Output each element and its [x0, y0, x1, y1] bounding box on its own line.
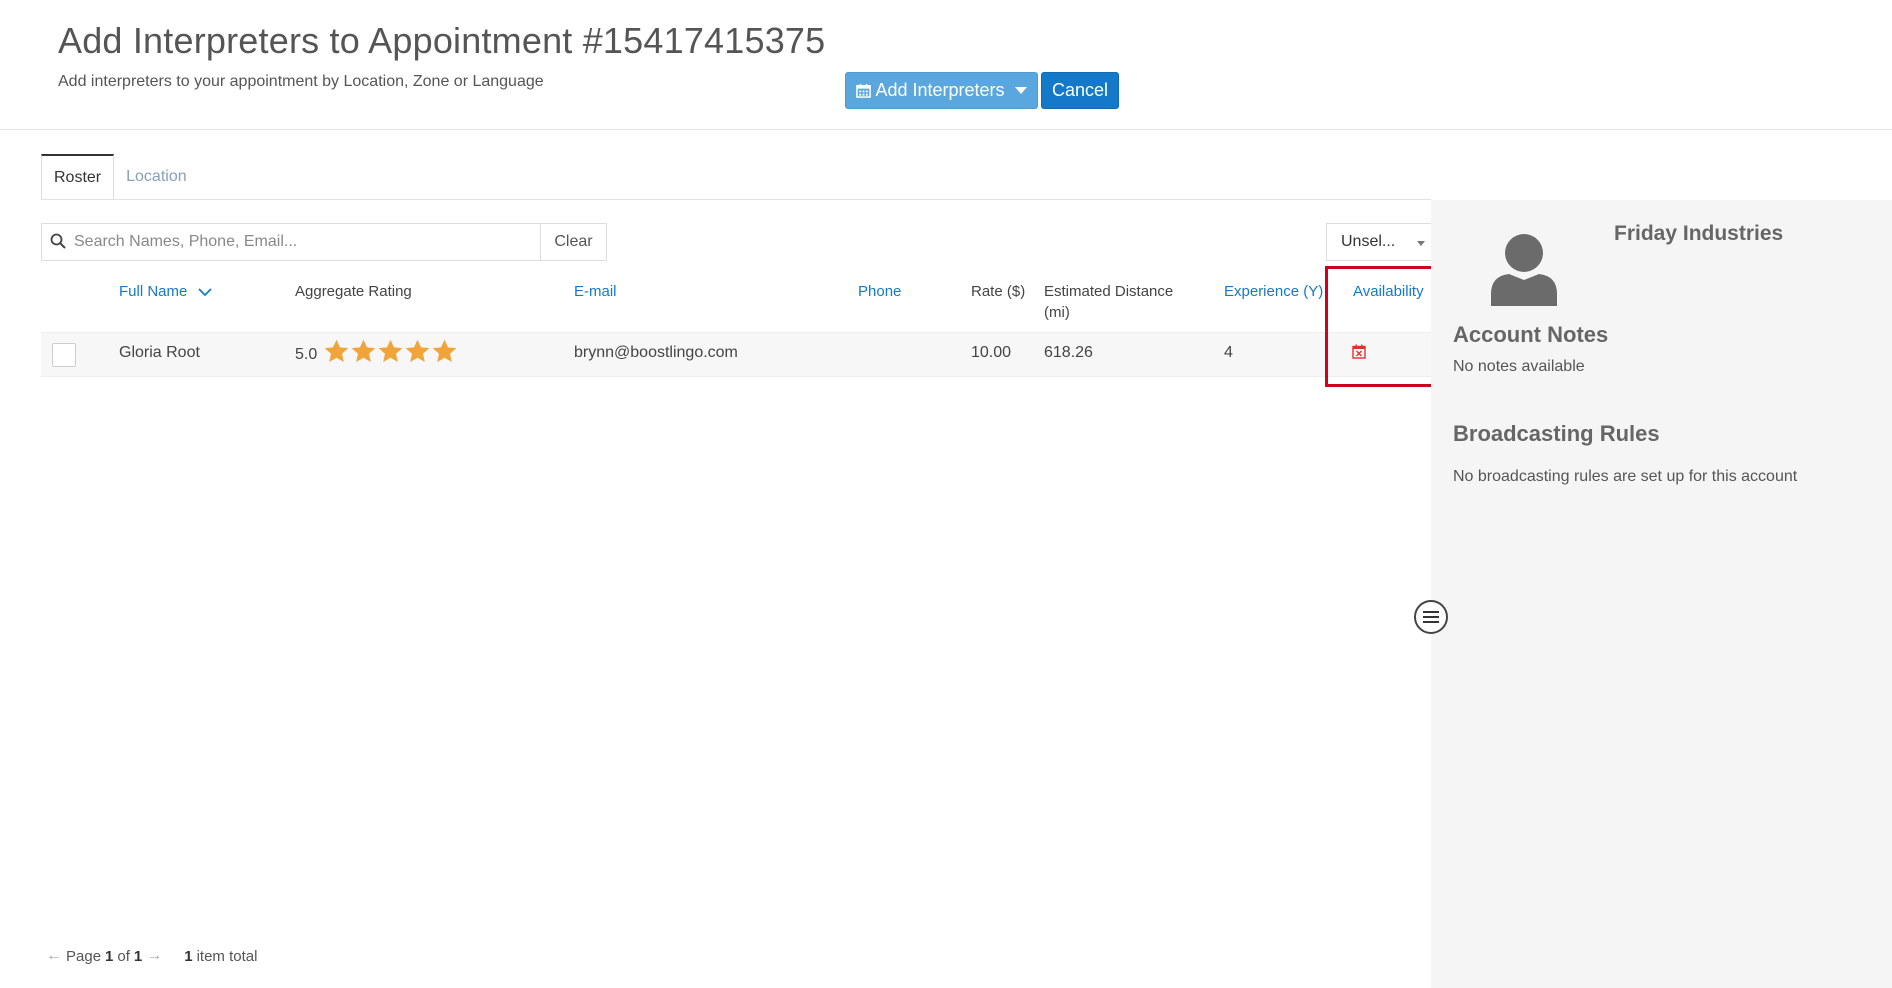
row-select-checkbox[interactable]	[52, 343, 76, 367]
cell-email: brynn@boostlingo.com	[574, 344, 738, 361]
add-interpreters-label: Add Interpreters	[875, 80, 1005, 100]
pager-total-count: 1	[184, 947, 193, 965]
account-notes-title: Account Notes	[1453, 322, 1609, 347]
column-header-experience[interactable]: Experience (Y)	[1224, 281, 1323, 302]
column-header-phone[interactable]: Phone	[858, 281, 901, 302]
star-icon	[351, 339, 376, 362]
star-icon	[324, 339, 349, 362]
caret-down-icon	[1014, 87, 1027, 94]
search-input[interactable]	[70, 224, 540, 260]
broadcasting-rules-text: No broadcasting rules are set up for thi…	[1453, 468, 1798, 485]
prev-page-arrow-icon[interactable]: ←	[46, 947, 62, 965]
cell-rating: 5.0	[295, 346, 318, 363]
broadcasting-rules-title: Broadcasting Rules	[1453, 421, 1660, 446]
menu-line	[1423, 611, 1439, 613]
column-header-estimated-distance: Estimated Distance (mi)	[1044, 281, 1173, 323]
page-header: Add Interpreters to Appointment #1541741…	[0, 0, 1892, 130]
star-icon	[405, 339, 430, 362]
cell-experience: 4	[1224, 344, 1233, 361]
cell-distance: 618.26	[1044, 344, 1093, 361]
company-name: Friday Industries	[1614, 222, 1784, 245]
calendar-icon	[856, 83, 872, 98]
column-header-distance-line1: Estimated Distance	[1044, 283, 1174, 300]
page-title: Add Interpreters to Appointment #1541741…	[58, 20, 826, 61]
panel-menu-toggle-icon[interactable]	[1414, 600, 1448, 634]
menu-line	[1423, 616, 1439, 618]
column-header-distance-line2: (mi)	[1044, 304, 1070, 321]
star-rating	[323, 338, 458, 365]
column-header-full-name[interactable]: Full Name	[119, 281, 212, 302]
clear-button[interactable]: Clear	[540, 223, 607, 261]
column-header-rate: Rate ($)	[971, 283, 1026, 300]
page-subtitle: Add interpreters to your appointment by …	[58, 73, 544, 90]
dropdown-arrow-icon	[1417, 241, 1425, 246]
pager-of-label: of	[117, 947, 130, 965]
pager-page-label: Page	[66, 947, 102, 965]
pager-current-page: 1	[105, 947, 114, 965]
user-avatar-icon	[1491, 234, 1557, 306]
tab-bar: Roster Location	[41, 154, 199, 200]
pager: ← Page 1 of 1 → 1 item total	[46, 947, 257, 965]
pager-total-label: item total	[196, 947, 258, 965]
sort-chevron-down-icon	[197, 288, 212, 297]
column-header-email[interactable]: E-mail	[574, 281, 617, 302]
filter-select[interactable]: Unsel...	[1326, 223, 1431, 261]
account-side-panel: Friday Industries Account Notes No notes…	[1431, 200, 1892, 988]
search-box	[41, 223, 541, 261]
tab-divider	[41, 199, 1431, 200]
search-icon	[50, 233, 66, 249]
availability-highlight-box	[1325, 266, 1437, 387]
pager-total-pages: 1	[133, 947, 143, 965]
star-icon	[432, 339, 457, 362]
star-icon	[378, 339, 403, 362]
cell-rate: 10.00	[971, 344, 1012, 361]
next-page-arrow-icon[interactable]: →	[146, 947, 162, 965]
cell-full-name: Gloria Root	[119, 344, 200, 361]
tab-roster[interactable]: Roster	[41, 154, 115, 200]
tab-location[interactable]: Location	[114, 154, 199, 200]
add-interpreters-button[interactable]: Add Interpreters	[845, 72, 1038, 109]
menu-line	[1423, 621, 1439, 623]
cancel-button[interactable]: Cancel	[1041, 72, 1119, 109]
column-header-aggregate-rating: Aggregate Rating	[295, 283, 412, 300]
filter-select-value: Unsel...	[1341, 233, 1396, 250]
column-header-full-name-label: Full Name	[119, 283, 188, 300]
account-notes-text: No notes available	[1453, 358, 1585, 375]
